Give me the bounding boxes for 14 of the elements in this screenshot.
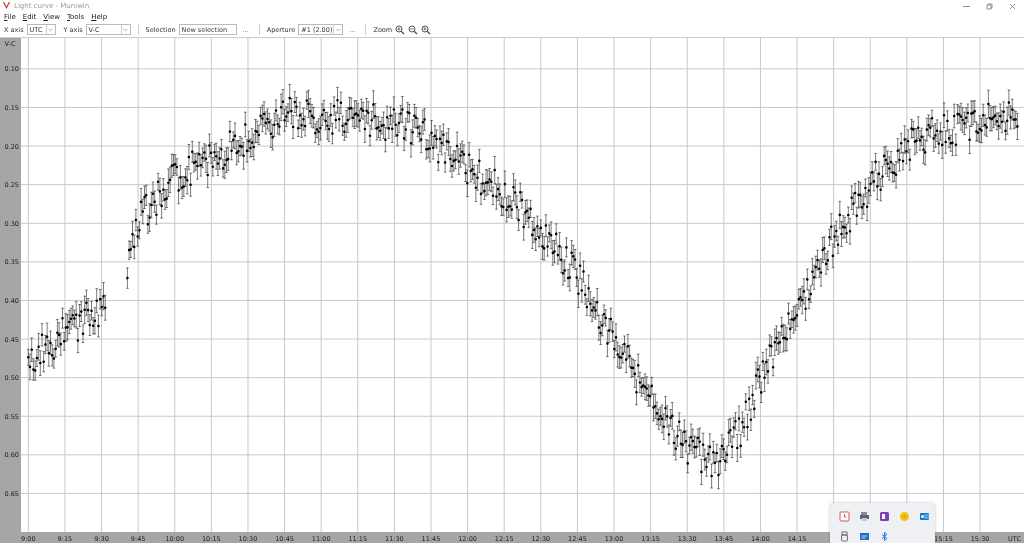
note-app-icon[interactable] [879,511,890,522]
mail-app-icon[interactable] [919,511,930,522]
zoom-fit-icon[interactable] [421,24,432,35]
app-logo-icon [2,1,11,10]
printer-icon[interactable] [859,511,870,522]
bluetooth-icon[interactable] [879,531,890,542]
zoom-out-icon[interactable] [408,24,419,35]
chevron-icon [123,27,129,32]
card-icon[interactable] [859,531,870,542]
usb-drive-icon[interactable] [839,531,850,542]
chevron-icon [335,27,341,32]
clock-icon[interactable] [839,511,850,522]
chevron-icon [48,27,54,32]
zoom-in-icon[interactable] [395,24,406,35]
